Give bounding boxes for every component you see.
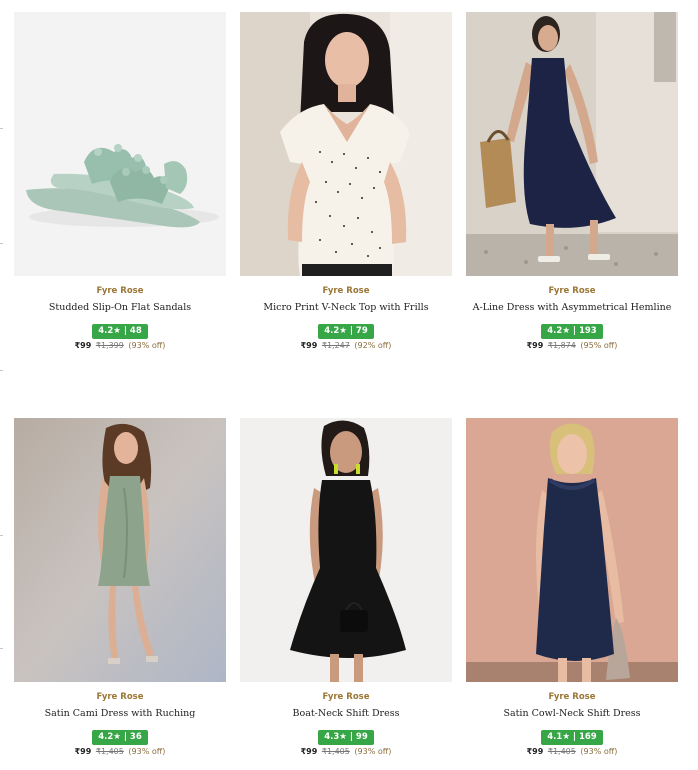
discount-label: (92% off): [354, 341, 392, 350]
price-row: ₹99 ₹1,405 (93% off): [14, 747, 226, 756]
price-row: ₹99 ₹1,874 (95% off): [466, 341, 678, 350]
brand-name: Fyre Rose: [548, 692, 596, 702]
price-row: ₹99 ₹1,405 (93% off): [240, 747, 452, 756]
discount-label: (93% off): [580, 747, 618, 756]
sale-price: ₹99: [74, 747, 92, 756]
price-row: ₹99 ₹1,405 (93% off): [466, 747, 678, 756]
product-card[interactable]: Fyre Rose A-Line Dress with Asymmetrical…: [466, 12, 678, 350]
gutter-tick: [0, 370, 3, 371]
rating-badge: 4.2★ | 79: [318, 324, 374, 339]
rating-badge: 4.2★ | 193: [541, 324, 603, 339]
product-card[interactable]: Fyre Rose Satin Cowl-Neck Shift Dress 4.…: [466, 418, 678, 756]
brand-name: Fyre Rose: [322, 286, 370, 296]
polka-top-image[interactable]: [240, 12, 452, 276]
product-card[interactable]: Fyre Rose Micro Print V-Neck Top with Fr…: [240, 12, 452, 350]
sale-price: ₹99: [300, 747, 318, 756]
sandals-image[interactable]: [14, 12, 226, 276]
gutter-tick: [0, 535, 3, 536]
green-satin-dress-image[interactable]: [14, 418, 226, 682]
sale-price: ₹99: [526, 341, 544, 350]
product-title[interactable]: Satin Cowl-Neck Shift Dress: [466, 707, 678, 720]
brand-name: Fyre Rose: [548, 286, 596, 296]
rating-badge: 4.2★ | 36: [92, 730, 148, 745]
discount-label: (93% off): [128, 341, 166, 350]
original-price: ₹1,399: [95, 341, 124, 350]
original-price: ₹1,405: [321, 747, 350, 756]
sale-price: ₹99: [526, 747, 544, 756]
product-title[interactable]: Boat-Neck Shift Dress: [240, 707, 452, 720]
gutter-tick: [0, 648, 3, 649]
black-dress-image[interactable]: [240, 418, 452, 682]
rating-badge: 4.3★ | 99: [318, 730, 374, 745]
product-title[interactable]: Studded Slip-On Flat Sandals: [14, 301, 226, 314]
product-card[interactable]: Fyre Rose Studded Slip-On Flat Sandals 4…: [14, 12, 226, 350]
discount-label: (93% off): [354, 747, 392, 756]
discount-label: (95% off): [580, 341, 618, 350]
brand-name: Fyre Rose: [96, 286, 144, 296]
brand-name: Fyre Rose: [96, 692, 144, 702]
product-title[interactable]: Satin Cami Dress with Ruching: [14, 707, 226, 720]
original-price: ₹1,405: [547, 747, 576, 756]
price-row: ₹99 ₹1,399 (93% off): [14, 341, 226, 350]
navy-satin-dress-image[interactable]: [466, 418, 678, 682]
brand-name: Fyre Rose: [322, 692, 370, 702]
sale-price: ₹99: [74, 341, 92, 350]
product-card[interactable]: Fyre Rose Boat-Neck Shift Dress 4.3★ | 9…: [240, 418, 452, 756]
product-title[interactable]: A-Line Dress with Asymmetrical Hemline: [466, 301, 678, 314]
original-price: ₹1,247: [321, 341, 350, 350]
gutter-tick: [0, 243, 3, 244]
discount-label: (93% off): [128, 747, 166, 756]
product-grid: Fyre Rose Studded Slip-On Flat Sandals 4…: [0, 0, 698, 770]
original-price: ₹1,405: [95, 747, 124, 756]
gutter-tick: [0, 128, 3, 129]
sale-price: ₹99: [300, 341, 318, 350]
navy-dress-image[interactable]: [466, 12, 678, 276]
product-title[interactable]: Micro Print V-Neck Top with Frills: [240, 301, 452, 314]
rating-badge: 4.2★ | 48: [92, 324, 148, 339]
price-row: ₹99 ₹1,247 (92% off): [240, 341, 452, 350]
original-price: ₹1,874: [547, 341, 576, 350]
rating-badge: 4.1★ | 169: [541, 730, 603, 745]
product-card[interactable]: Fyre Rose Satin Cami Dress with Ruching …: [14, 418, 226, 756]
